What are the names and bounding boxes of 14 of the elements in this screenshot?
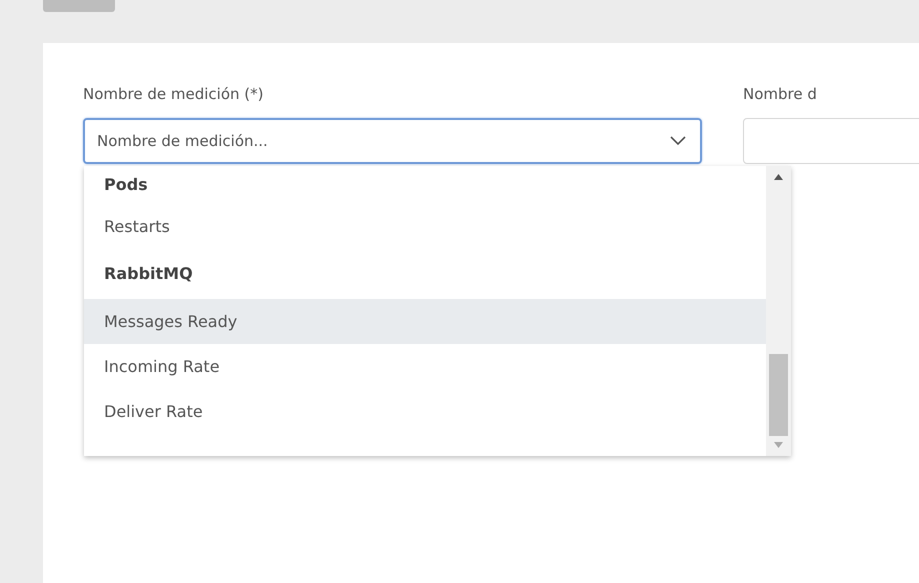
dropdown-option[interactable]: Deliver Rate bbox=[84, 389, 766, 434]
dropdown-option[interactable]: Incoming Rate bbox=[84, 344, 766, 389]
chevron-down-icon bbox=[670, 136, 686, 146]
dropdown-option[interactable]: Messages Ready bbox=[84, 299, 766, 344]
input-field[interactable] bbox=[743, 118, 919, 164]
scroll-up-icon[interactable] bbox=[774, 174, 783, 180]
scrollbar[interactable] bbox=[766, 166, 791, 456]
tab-stub bbox=[43, 0, 115, 12]
dropdown-option: RabbitMQ bbox=[84, 249, 766, 299]
dropdown-option[interactable]: Restarts bbox=[84, 204, 766, 249]
field-label: Nombre d bbox=[743, 84, 818, 104]
dropdown-option: Pods bbox=[84, 166, 766, 204]
field-label: Nombre de medición (*) bbox=[83, 84, 264, 104]
scroll-down-icon[interactable] bbox=[774, 442, 783, 448]
